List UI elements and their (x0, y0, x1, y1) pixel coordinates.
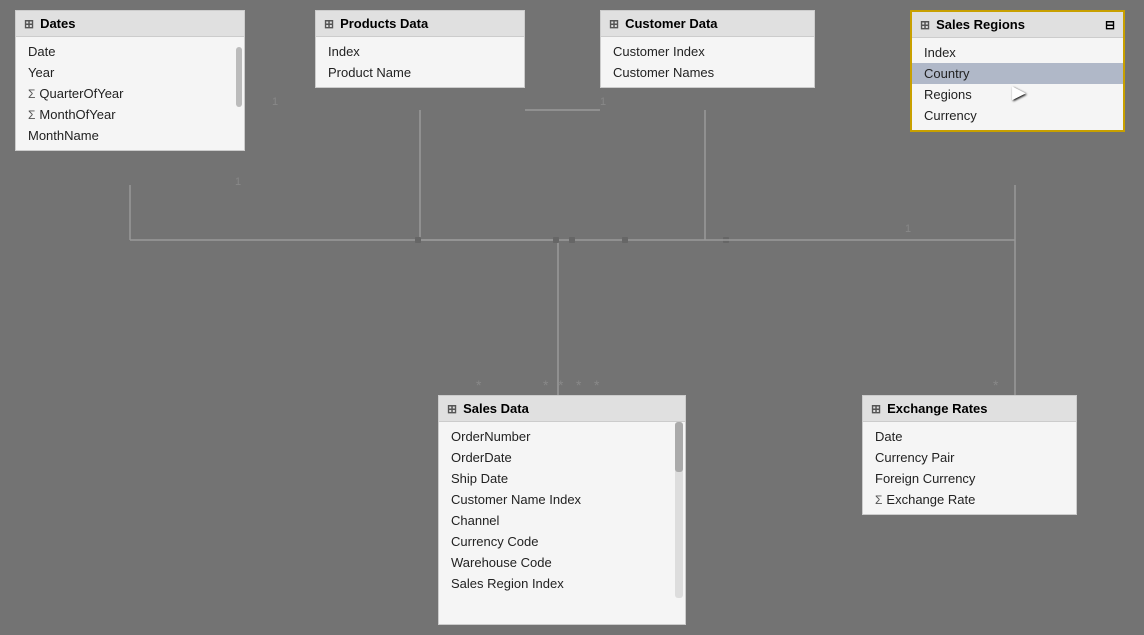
table-row: OrderNumber (439, 426, 671, 447)
products-table: ⊞ Products Data Index Product Name (315, 10, 525, 88)
table-icon: ⊞ (324, 17, 334, 31)
products-table-header: ⊞ Products Data (316, 11, 524, 37)
table-row: Date (16, 41, 232, 62)
table-row: Ship Date (439, 468, 671, 489)
sales-regions-table: ⊞ Sales Regions ⊟ Index Country Regions … (910, 10, 1125, 132)
dates-table-body: Date Year ΣQuarterOfYear ΣMonthOfYear Mo… (16, 37, 244, 150)
exchange-rates-table-title: Exchange Rates (887, 401, 987, 416)
products-table-title: Products Data (340, 16, 428, 31)
svg-text:*: * (543, 377, 549, 393)
table-icon: ⊞ (920, 18, 930, 32)
customer-table: ⊞ Customer Data Customer Index Customer … (600, 10, 815, 88)
scrollbar-track (675, 422, 683, 598)
table-row: Currency Code (439, 531, 671, 552)
table-icon: ⊞ (447, 402, 457, 416)
svg-text:*: * (558, 377, 564, 393)
dates-table-header: ⊞ Dates (16, 11, 244, 37)
table-row: Index (912, 42, 1123, 63)
table-row: Index (316, 41, 524, 62)
svg-text:*: * (576, 377, 582, 393)
svg-text:1: 1 (272, 96, 278, 108)
svg-text:1: 1 (905, 223, 911, 235)
svg-text:*: * (993, 377, 999, 393)
dates-table-title: Dates (40, 16, 75, 31)
table-row: Customer Name Index (439, 489, 671, 510)
table-row: ΣExchange Rate (863, 489, 1076, 510)
sales-data-table: ⊞ Sales Data OrderNumber OrderDate Ship … (438, 395, 686, 625)
table-row: ΣMonthOfYear (16, 104, 232, 125)
table-row: Sales Region Index (439, 573, 671, 594)
collapse-icon[interactable]: ⊟ (1105, 18, 1115, 32)
exchange-rates-table-header: ⊞ Exchange Rates (863, 396, 1076, 422)
table-row: Currency Pair (863, 447, 1076, 468)
table-row: Channel (439, 510, 671, 531)
table-row: Customer Names (601, 62, 814, 83)
sales-data-table-header: ⊞ Sales Data (439, 396, 685, 422)
table-row: Customer Index (601, 41, 814, 62)
scrollbar[interactable] (236, 47, 242, 107)
table-icon: ⊞ (24, 17, 34, 31)
scrollbar-thumb[interactable] (675, 422, 683, 472)
table-icon: ⊞ (871, 402, 881, 416)
customer-table-body: Customer Index Customer Names (601, 37, 814, 87)
svg-text:*: * (594, 377, 600, 393)
customer-table-header: ⊞ Customer Data (601, 11, 814, 37)
table-row: Year (16, 62, 232, 83)
sales-regions-table-body: Index Country Regions Currency (912, 38, 1123, 130)
exchange-rates-table-body: Date Currency Pair Foreign Currency ΣExc… (863, 422, 1076, 514)
table-row: Product Name (316, 62, 524, 83)
table-icon: ⊞ (609, 17, 619, 31)
table-row: Currency (912, 105, 1123, 126)
svg-text:1: 1 (235, 176, 241, 188)
table-row: Country (912, 63, 1123, 84)
sales-regions-table-header: ⊞ Sales Regions ⊟ (912, 12, 1123, 38)
svg-text:*: * (476, 377, 482, 393)
table-row: Date (863, 426, 1076, 447)
products-table-body: Index Product Name (316, 37, 524, 87)
table-row: Regions (912, 84, 1123, 105)
table-row: Warehouse Code (439, 552, 671, 573)
exchange-rates-table: ⊞ Exchange Rates Date Currency Pair Fore… (862, 395, 1077, 515)
dates-table: ⊞ Dates Date Year ΣQuarterOfYear ΣMonthO… (15, 10, 245, 151)
sales-data-table-body: OrderNumber OrderDate Ship Date Customer… (439, 422, 685, 598)
table-row: OrderDate (439, 447, 671, 468)
sales-data-table-title: Sales Data (463, 401, 529, 416)
sales-regions-table-title: Sales Regions (936, 17, 1025, 32)
table-row: ΣQuarterOfYear (16, 83, 232, 104)
table-row: Foreign Currency (863, 468, 1076, 489)
table-row: MonthName (16, 125, 232, 146)
svg-text:1: 1 (600, 96, 606, 108)
customer-table-title: Customer Data (625, 16, 717, 31)
